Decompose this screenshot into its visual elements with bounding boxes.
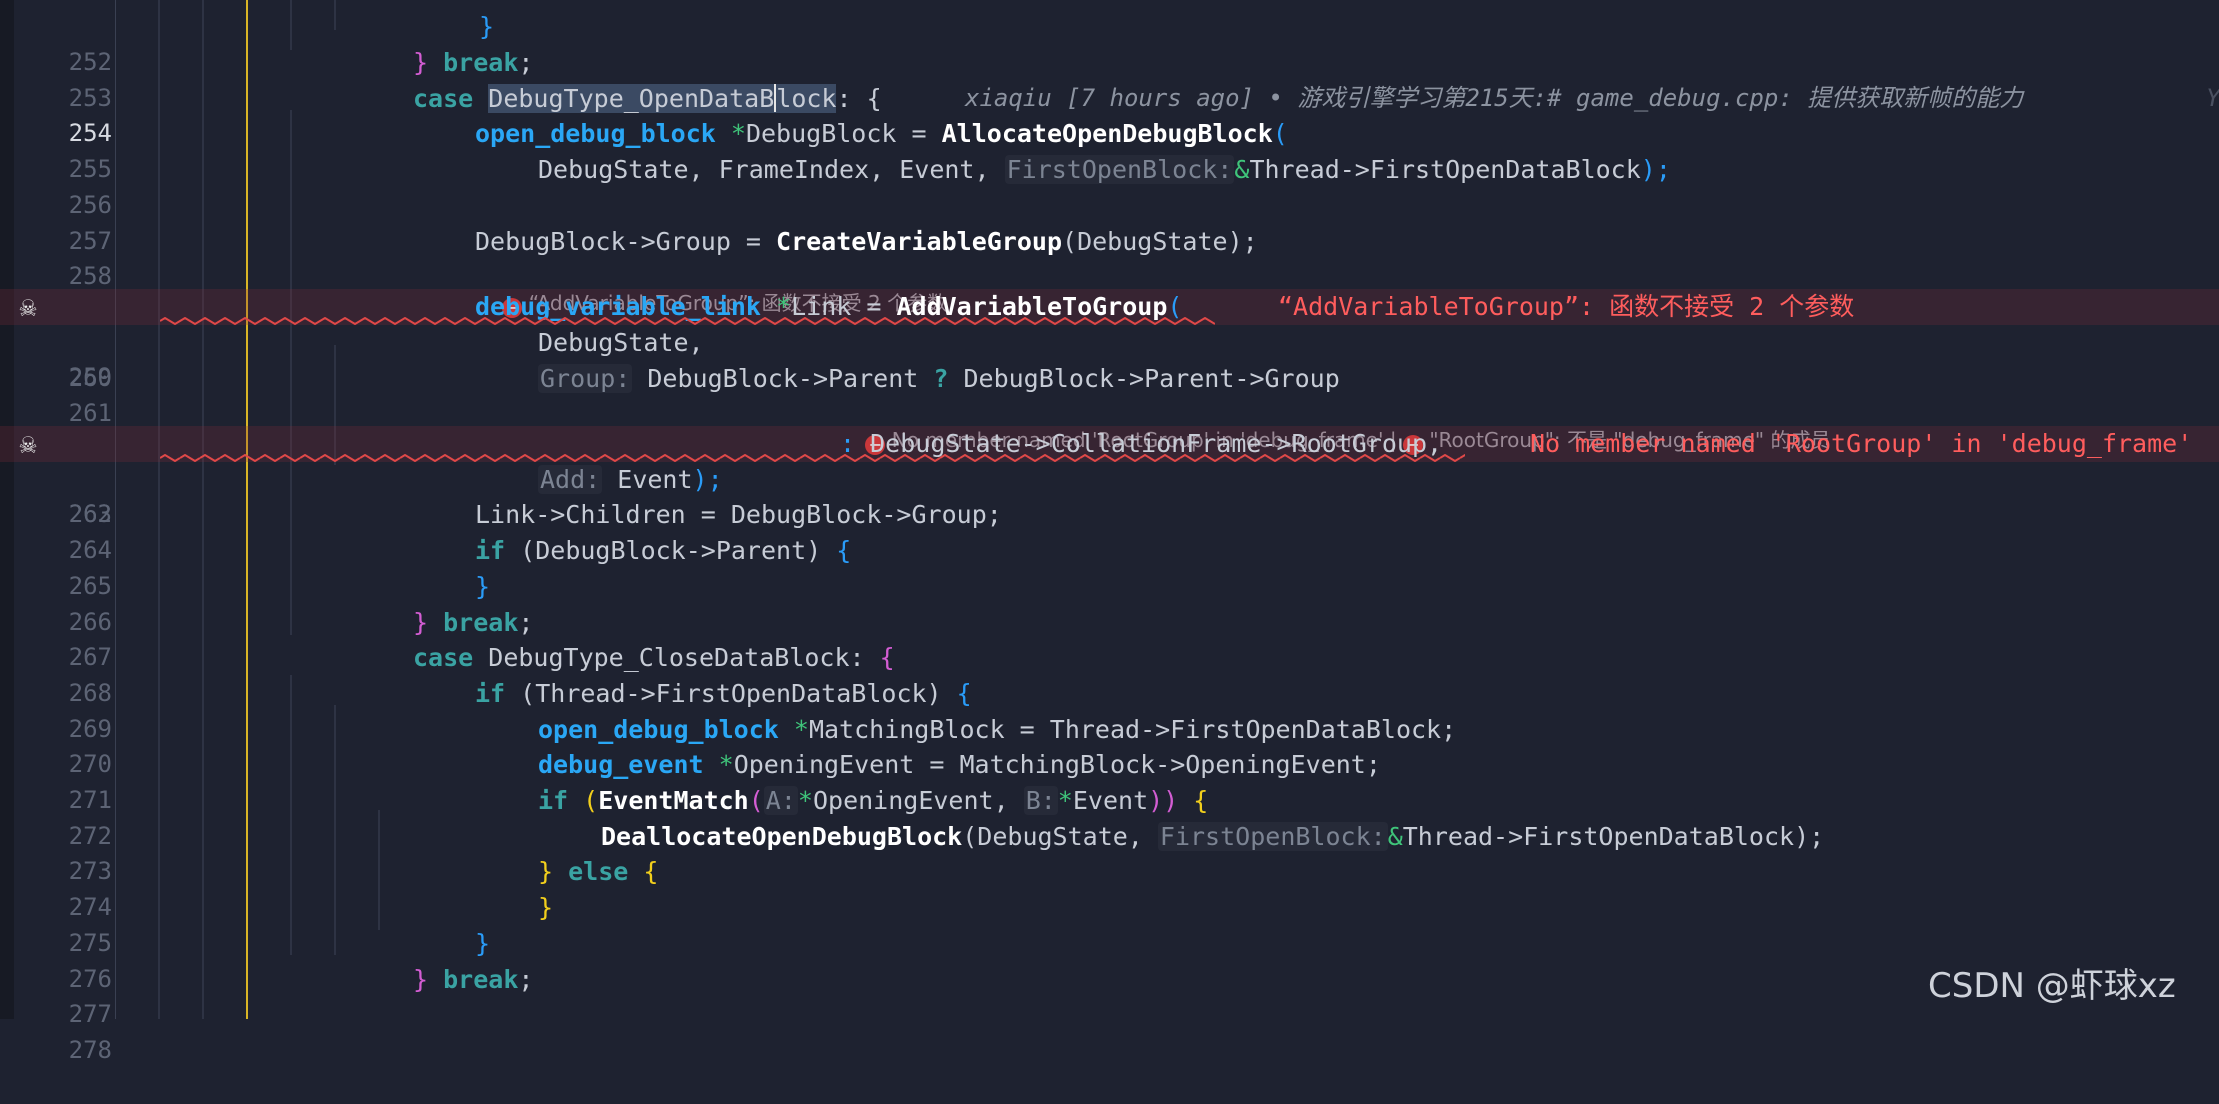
code-line[interactable]: 278 <box>0 997 2219 1064</box>
code-text: DeallocateOpenDebugBlock(DebugState, Fir… <box>601 821 1825 851</box>
code-text: } <box>475 928 491 958</box>
git-blame-annotation[interactable]: xiaqiu [7 hours ago] • 游戏引擎学习第215天:# gam… <box>965 81 2023 117</box>
code-line[interactable]: 254 case DebugType_OpenDataBlock: { xiaq… <box>0 81 2219 147</box>
inlay-hint: Add: <box>538 464 603 494</box>
inline-error-message: No member named 'RootGroup' in 'debug_fr… <box>1530 429 2193 458</box>
code-line-error[interactable]: ☠ 262 : DebugState->CollationFrame->Root… <box>0 426 2219 528</box>
code-line[interactable]: 269 if (Thread->FirstOpenDataBlock) { <box>0 676 2219 743</box>
code-text: if (EventMatch(A:*OpeningEvent, B:*Event… <box>538 786 1209 815</box>
code-line[interactable]: 258 DebugBlock->Group = CreateVariableGr… <box>0 224 2219 291</box>
code-text: if (Thread->FirstOpenDataBlock) { <box>475 678 972 708</box>
code-line[interactable]: 267 } break; <box>0 605 2219 672</box>
inline-error-message: “AddVariableToGroup”: 函数不接受 2 个参数 <box>1278 292 1855 321</box>
code-line[interactable]: 273 DeallocateOpenDebugBlock(DebugState,… <box>0 819 2219 885</box>
code-text: Group: DebugBlock->Parent ? DebugBlock->… <box>538 363 1340 393</box>
inlay-hint: FirstOpenBlock: <box>1004 155 1235 185</box>
code-line[interactable]: 266 } <box>0 569 2219 636</box>
code-text: Link->Children = DebugBlock->Group; <box>475 500 1002 530</box>
code-text: case DebugType_CloseDataBlock: { <box>413 643 895 673</box>
inlay-hint: FirstOpenBlock: <box>1157 821 1388 851</box>
code-text: } break; <box>413 964 534 994</box>
code-line[interactable]: 257 <box>0 188 2219 255</box>
error-codelens[interactable]: − “AddVariableToGroup”: 函数不接受 2 个参数 <box>477 261 947 318</box>
code-text: } <box>538 893 554 923</box>
code-line-error[interactable]: ☠ 259 debug_variable_link *Link = AddVar… <box>0 289 2219 391</box>
code-text: } <box>479 12 495 41</box>
code-text: if (DebugBlock->Parent) { <box>475 536 852 566</box>
skull-icon[interactable]: ☠ <box>12 429 44 459</box>
error-squiggle <box>160 317 1215 325</box>
inlay-hint: B: <box>1023 786 1058 815</box>
code-text: open_debug_block *MatchingBlock = Thread… <box>538 714 1457 744</box>
code-line[interactable]: 271 debug_event *OpeningEvent = Matching… <box>0 747 2219 814</box>
code-line[interactable]: 270 open_debug_block *MatchingBlock = Th… <box>0 712 2219 779</box>
blame-overflow: Y <box>2206 81 2219 117</box>
code-text: DebugState, <box>538 328 704 357</box>
code-editor[interactable]: 252 } 253 } break; 254 case DebugType_Op… <box>0 0 2219 1064</box>
code-line[interactable]: 274 } else { <box>0 854 2219 921</box>
code-line[interactable]: 252 } <box>0 9 2219 76</box>
code-line[interactable]: 268 case DebugType_CloseDataBlock: { <box>0 640 2219 707</box>
code-line[interactable]: 265 if (DebugBlock->Parent) { <box>0 533 2219 600</box>
code-text: case DebugType_OpenDataBlock: { <box>413 83 882 113</box>
code-text: Add: Event); <box>538 464 723 494</box>
watermark: CSDN @虾球xz <box>1928 966 2176 1006</box>
code-text: } <box>475 571 491 601</box>
code-line[interactable]: 276 } <box>0 926 2219 993</box>
code-text: DebugState, FrameIndex, Event, FirstOpen… <box>538 155 1671 185</box>
inlay-hint: A: <box>763 786 798 815</box>
code-text: open_debug_block *DebugBlock = AllocateO… <box>475 119 1288 149</box>
code-line[interactable]: 260 DebugState, <box>0 325 2219 392</box>
line-number: 278 <box>68 1035 112 1064</box>
error-codelens[interactable]: − No member named 'RootGroup' in 'debug_… <box>840 398 1831 455</box>
code-text: debug_event *OpeningEvent = MatchingBloc… <box>538 750 1381 780</box>
inlay-hint: Group: <box>538 363 633 393</box>
code-line[interactable]: 275 } <box>0 890 2219 957</box>
code-text: DebugBlock->Group = CreateVariableGroup(… <box>475 226 1258 256</box>
code-text: } break; <box>413 607 534 637</box>
code-text: } else { <box>538 857 659 887</box>
code-line[interactable]: 261 Group: DebugBlock->Parent ? DebugBlo… <box>0 361 2219 427</box>
code-line[interactable]: 255 open_debug_block *DebugBlock = Alloc… <box>0 116 2219 183</box>
code-line[interactable]: 277 } break; <box>0 962 2219 1029</box>
code-line[interactable]: 253 } break; <box>0 45 2219 112</box>
code-line[interactable]: 256 DebugState, FrameIndex, Event, First… <box>0 152 2219 219</box>
code-line[interactable]: 272 if (EventMatch(A:*OpeningEvent, B:*E… <box>0 783 2219 850</box>
code-text: } break; <box>413 48 534 77</box>
code-line[interactable]: 264 Link->Children = DebugBlock->Group; <box>0 497 2219 564</box>
skull-icon[interactable]: ☠ <box>12 292 44 322</box>
code-line[interactable]: 263 Add: Event); <box>0 462 2219 528</box>
